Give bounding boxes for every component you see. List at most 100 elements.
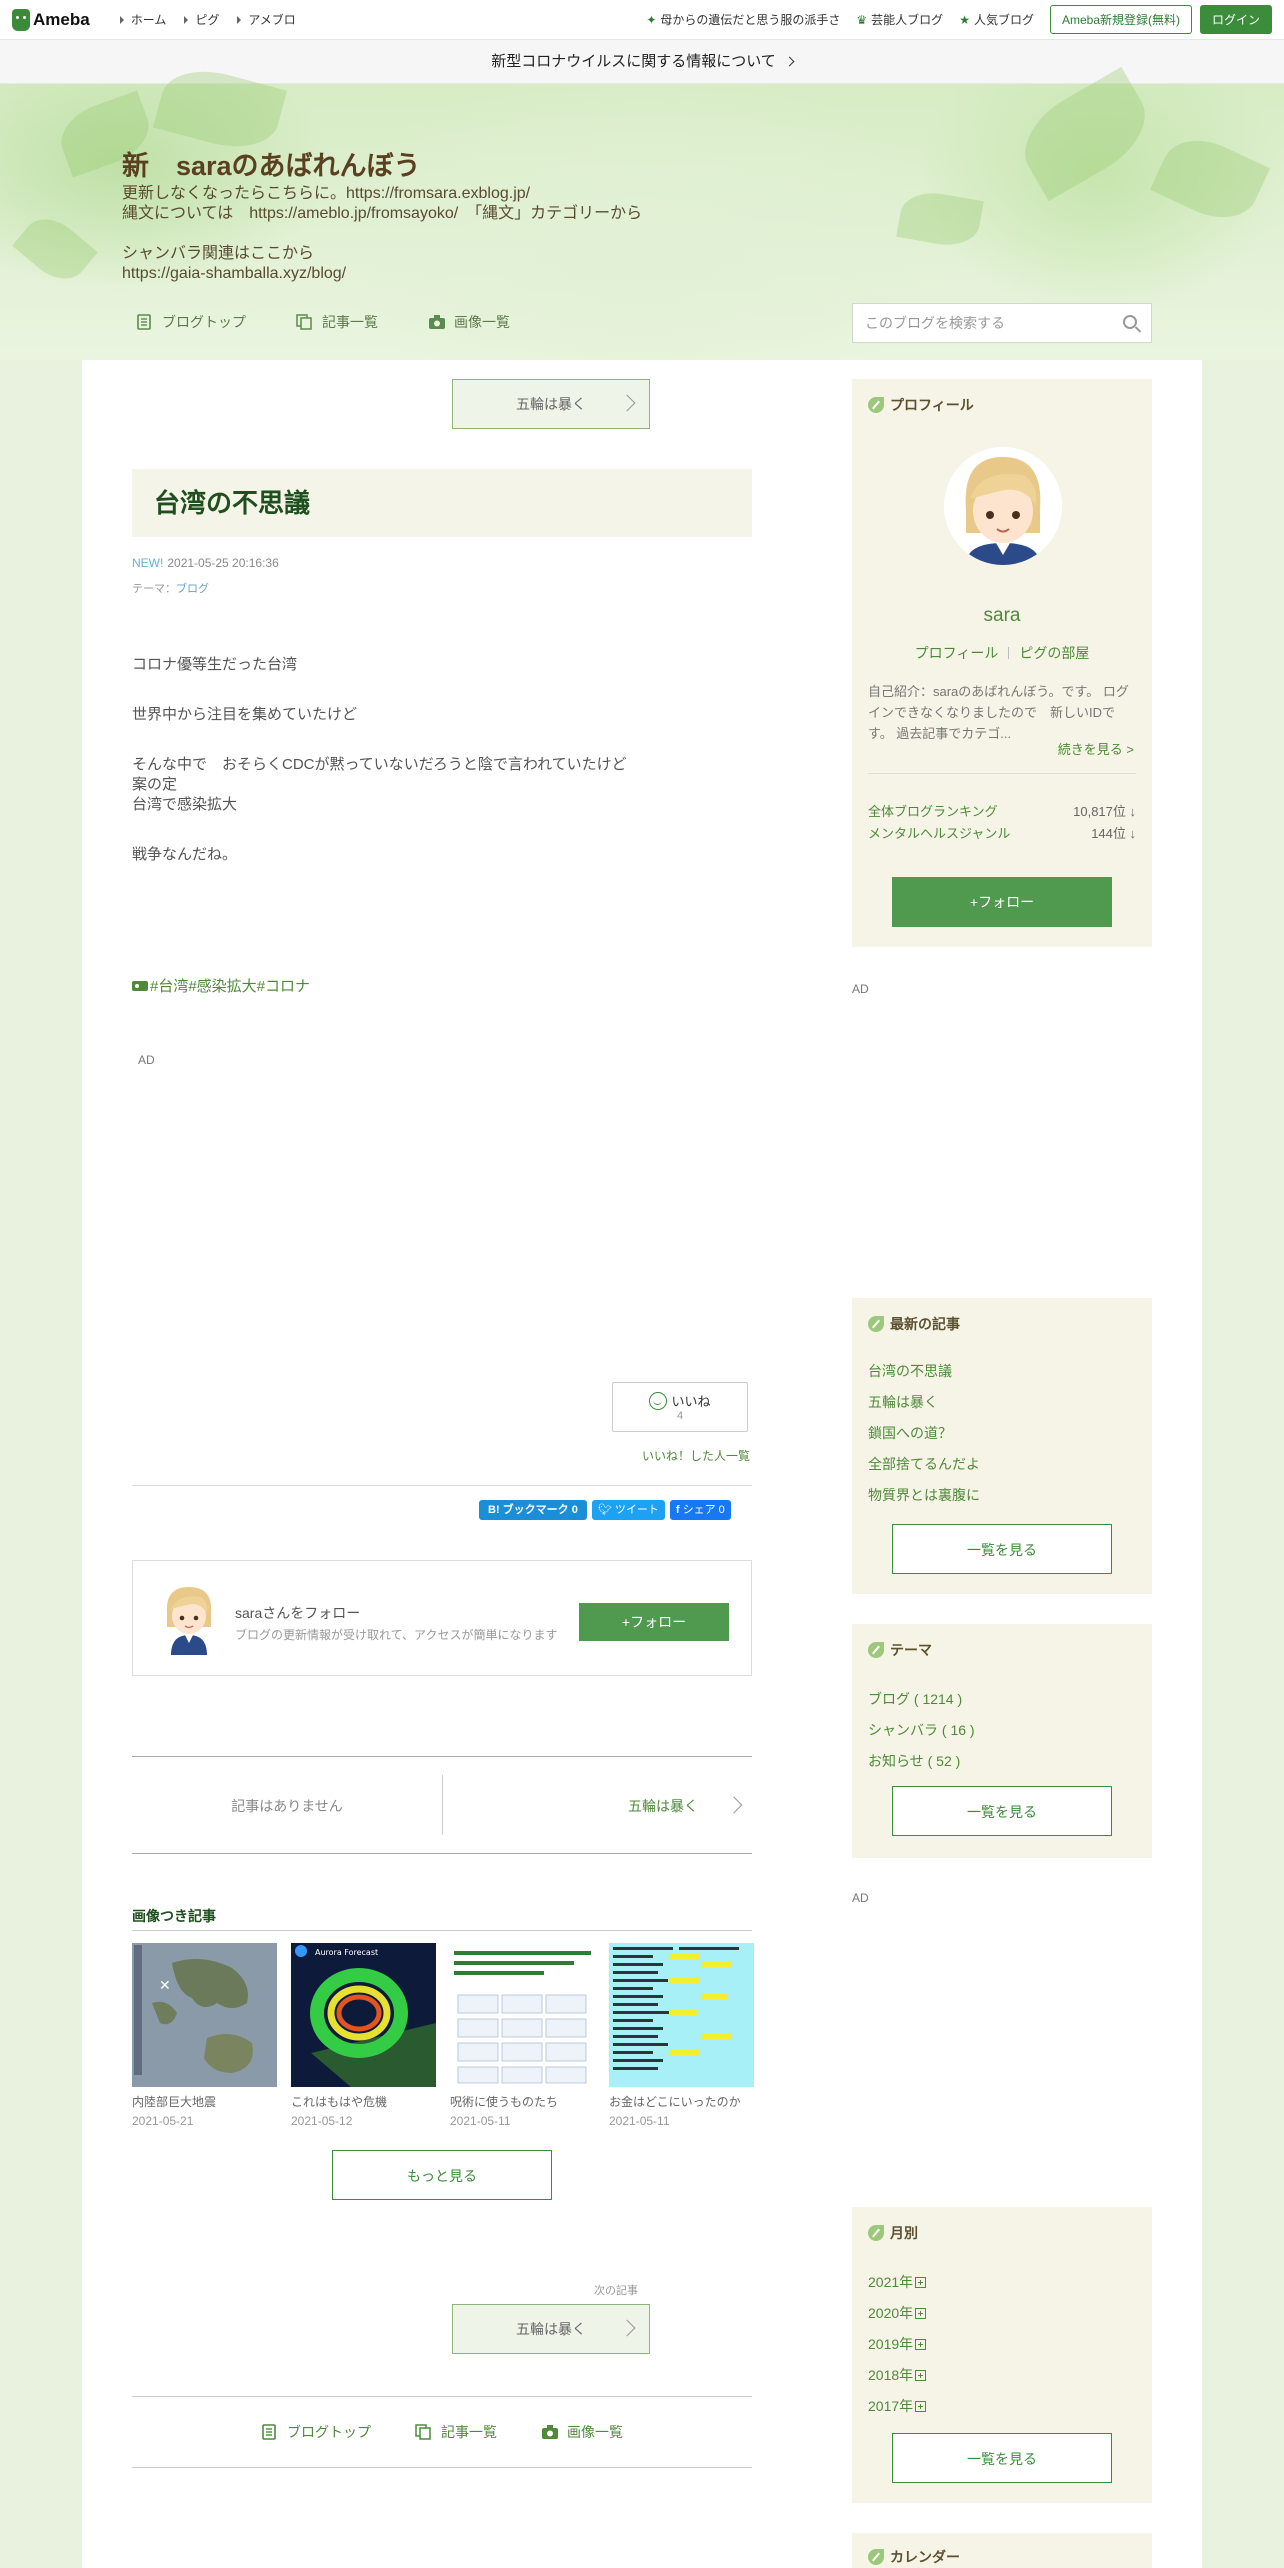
nav-home-link[interactable]: ホーム — [120, 11, 167, 28]
next-article-link[interactable]: 五輪は暴く — [628, 1757, 698, 1855]
latest-article-link[interactable]: 鎖国への道？ — [868, 1425, 952, 1441]
expand-plus-icon[interactable] — [915, 2401, 927, 2412]
ranking-value: 144位 ↓ — [1091, 826, 1136, 841]
list-item[interactable]: 台湾の不思議 — [868, 1356, 980, 1387]
hatena-bookmark-button[interactable]: B! ブックマーク 0 — [479, 1500, 587, 1520]
image-article-card[interactable]: お金はどこにいったのか 2021-05-11 — [609, 1943, 754, 2128]
expand-plus-icon[interactable] — [915, 2370, 927, 2381]
expand-plus-icon[interactable] — [915, 2308, 927, 2319]
profile-intro: 自己紹介：saraのあばれんぼう。です。 ログインできなくなりましたので 新しい… — [868, 684, 1129, 741]
ameba-logo-icon — [12, 8, 30, 31]
image-article-card[interactable]: 呪術に使うものたち 2021-05-11 — [450, 1943, 595, 2128]
list-item[interactable]: 物質界とは裏腹に — [868, 1480, 980, 1511]
bottom-next-article-button[interactable]: 五輪は暴く — [452, 2304, 650, 2354]
latest-article-link[interactable]: 全部捨てるんだよ — [868, 1456, 980, 1472]
facebook-icon: f — [675, 1504, 680, 1516]
search-icon[interactable] — [1123, 315, 1137, 329]
prev-article-empty: 記事はありません — [231, 1798, 343, 1814]
profile-heading: プロフィール — [868, 395, 974, 415]
blog-search-input[interactable]: このブログを検索する — [852, 303, 1152, 343]
pigg-room-link[interactable]: ピグの部屋 — [1019, 645, 1089, 661]
list-item[interactable]: 全部捨てるんだよ — [868, 1449, 980, 1480]
sidebar-follow-button[interactable]: +フォロー — [892, 877, 1112, 927]
login-button[interactable]: ログイン — [1199, 5, 1272, 34]
expand-plus-icon[interactable] — [915, 2277, 927, 2288]
crown-icon: ♛ — [856, 12, 868, 27]
year-link[interactable]: 2021年 — [868, 2274, 913, 2290]
year-link[interactable]: 2019年 — [868, 2336, 913, 2352]
image-article-card[interactable]: Aurora Forecast これはもはや危機 2021-05-12 — [291, 1943, 436, 2128]
top-next-article-button[interactable]: 五輪は暴く — [452, 379, 650, 429]
header-image-list-link[interactable]: 画像一覧 — [428, 312, 510, 332]
list-item[interactable]: 2018年 — [868, 2360, 927, 2391]
list-item[interactable]: シャンバラ ( 16 ) — [868, 1715, 975, 1746]
covid-info-text: 新型コロナウイルスに関する情報について — [491, 53, 776, 70]
liked-users-link[interactable]: いいね！した人一覧 — [642, 1447, 750, 1464]
popular-blog-link[interactable]: ★ 人気ブログ — [959, 11, 1034, 28]
blog-title[interactable]: 新 saraのあばれんぼう — [122, 144, 421, 183]
tweet-label: ツイート — [614, 1504, 659, 1516]
theme-link[interactable]: シャンバラ ( 16 ) — [868, 1722, 975, 1738]
article-paragraph — [132, 725, 627, 755]
ranking-label[interactable]: 全体ブログランキング — [868, 801, 998, 820]
list-item[interactable]: 2020年 — [868, 2298, 927, 2329]
theme-link[interactable]: ブログ ( 1214 ) — [868, 1691, 962, 1707]
leaf-icon — [868, 397, 884, 413]
header-blog-top-link[interactable]: ブログトップ — [136, 312, 246, 332]
trend-link[interactable]: ✦ 母からの遺伝だと思う服の派手さ — [646, 11, 840, 28]
bottom-image-list-link[interactable]: 画像一覧 — [541, 2422, 623, 2442]
image-article-card[interactable]: ✕ 内陸部巨大地震 2021-05-21 — [132, 1943, 277, 2128]
divider — [132, 1485, 752, 1486]
latest-article-link[interactable]: 五輪は暴く — [868, 1394, 938, 1410]
list-item[interactable]: お知らせ ( 52 ) — [868, 1746, 975, 1777]
register-button[interactable]: Ameba新規登録(無料) — [1049, 5, 1192, 34]
list-item[interactable]: ブログ ( 1214 ) — [868, 1684, 975, 1715]
list-item[interactable]: 2021年 — [868, 2267, 927, 2298]
ranking-row: メンタルヘルスジャンル 144位 ↓ — [868, 823, 1136, 842]
hashtag-link[interactable]: #コロナ — [257, 975, 310, 996]
year-link[interactable]: 2020年 — [868, 2305, 913, 2321]
celebrity-blog-link[interactable]: ♛ 芸能人ブログ — [856, 11, 943, 28]
latest-article-link[interactable]: 台湾の不思議 — [868, 1363, 952, 1379]
list-item[interactable]: 2019年 — [868, 2329, 927, 2360]
follow-box: saraさんをフォロー ブログの更新情報が受け取れて、アクセスが簡単になります … — [132, 1560, 752, 1676]
header-article-list-link[interactable]: 記事一覧 — [296, 312, 378, 332]
image-article-date: 2021-05-11 — [609, 2114, 670, 2128]
like-button[interactable]: いいね 4 — [612, 1382, 748, 1432]
ranking-value: 10,817位 ↓ — [1073, 804, 1136, 819]
nav-pigg-link[interactable]: ピグ — [184, 11, 219, 28]
nav-ameblo-link[interactable]: アメブロ — [237, 11, 295, 28]
bottom-blog-top-link[interactable]: ブログトップ — [261, 2422, 371, 2442]
image-article-date: 2021-05-12 — [291, 2114, 353, 2128]
article-title[interactable]: 台湾の不思議 — [132, 469, 752, 537]
bottom-article-list-link[interactable]: 記事一覧 — [415, 2422, 497, 2442]
latest-article-link[interactable]: 物質界とは裏腹に — [868, 1487, 980, 1503]
list-item[interactable]: 五輪は暴く — [868, 1387, 980, 1418]
themes-more-button[interactable]: 一覧を見る — [892, 1786, 1112, 1836]
tag-icon — [132, 980, 148, 991]
hashtag-link[interactable]: #台湾 — [150, 975, 188, 996]
latest-more-button[interactable]: 一覧を見る — [892, 1524, 1112, 1574]
profile-name[interactable]: sara — [852, 605, 1152, 627]
ad-label: AD — [852, 1891, 869, 1905]
ranking-label[interactable]: メンタルヘルスジャンル — [868, 823, 1010, 842]
tweet-button[interactable]: 🐦︎ ツイート — [591, 1500, 665, 1520]
list-item[interactable]: 鎖国への道？ — [868, 1418, 980, 1449]
year-link[interactable]: 2017年 — [868, 2398, 913, 2414]
profile-link[interactable]: プロフィール — [915, 645, 999, 661]
profile-avatar[interactable] — [944, 447, 1062, 565]
ameba-logo[interactable]: Ameba — [12, 8, 90, 31]
list-item[interactable]: 2017年 — [868, 2391, 927, 2422]
hashtag-link[interactable]: #感染拡大 — [188, 975, 256, 996]
monthly-more-button[interactable]: 一覧を見る — [892, 2433, 1112, 2483]
profile-more-link[interactable]: 続きを見る > — [1058, 739, 1134, 758]
facebook-share-button[interactable]: f シェア 0 — [669, 1500, 731, 1520]
follow-button[interactable]: +フォロー — [579, 1603, 729, 1641]
leaf-decoration — [12, 207, 98, 291]
more-images-button[interactable]: もっと見る — [332, 2150, 552, 2200]
article-paragraph: 台湾で感染拡大 — [132, 796, 238, 813]
theme-link[interactable]: お知らせ ( 52 ) — [868, 1753, 960, 1769]
expand-plus-icon[interactable] — [915, 2339, 927, 2350]
year-link[interactable]: 2018年 — [868, 2367, 913, 2383]
theme-link[interactable]: ブログ — [176, 583, 209, 595]
